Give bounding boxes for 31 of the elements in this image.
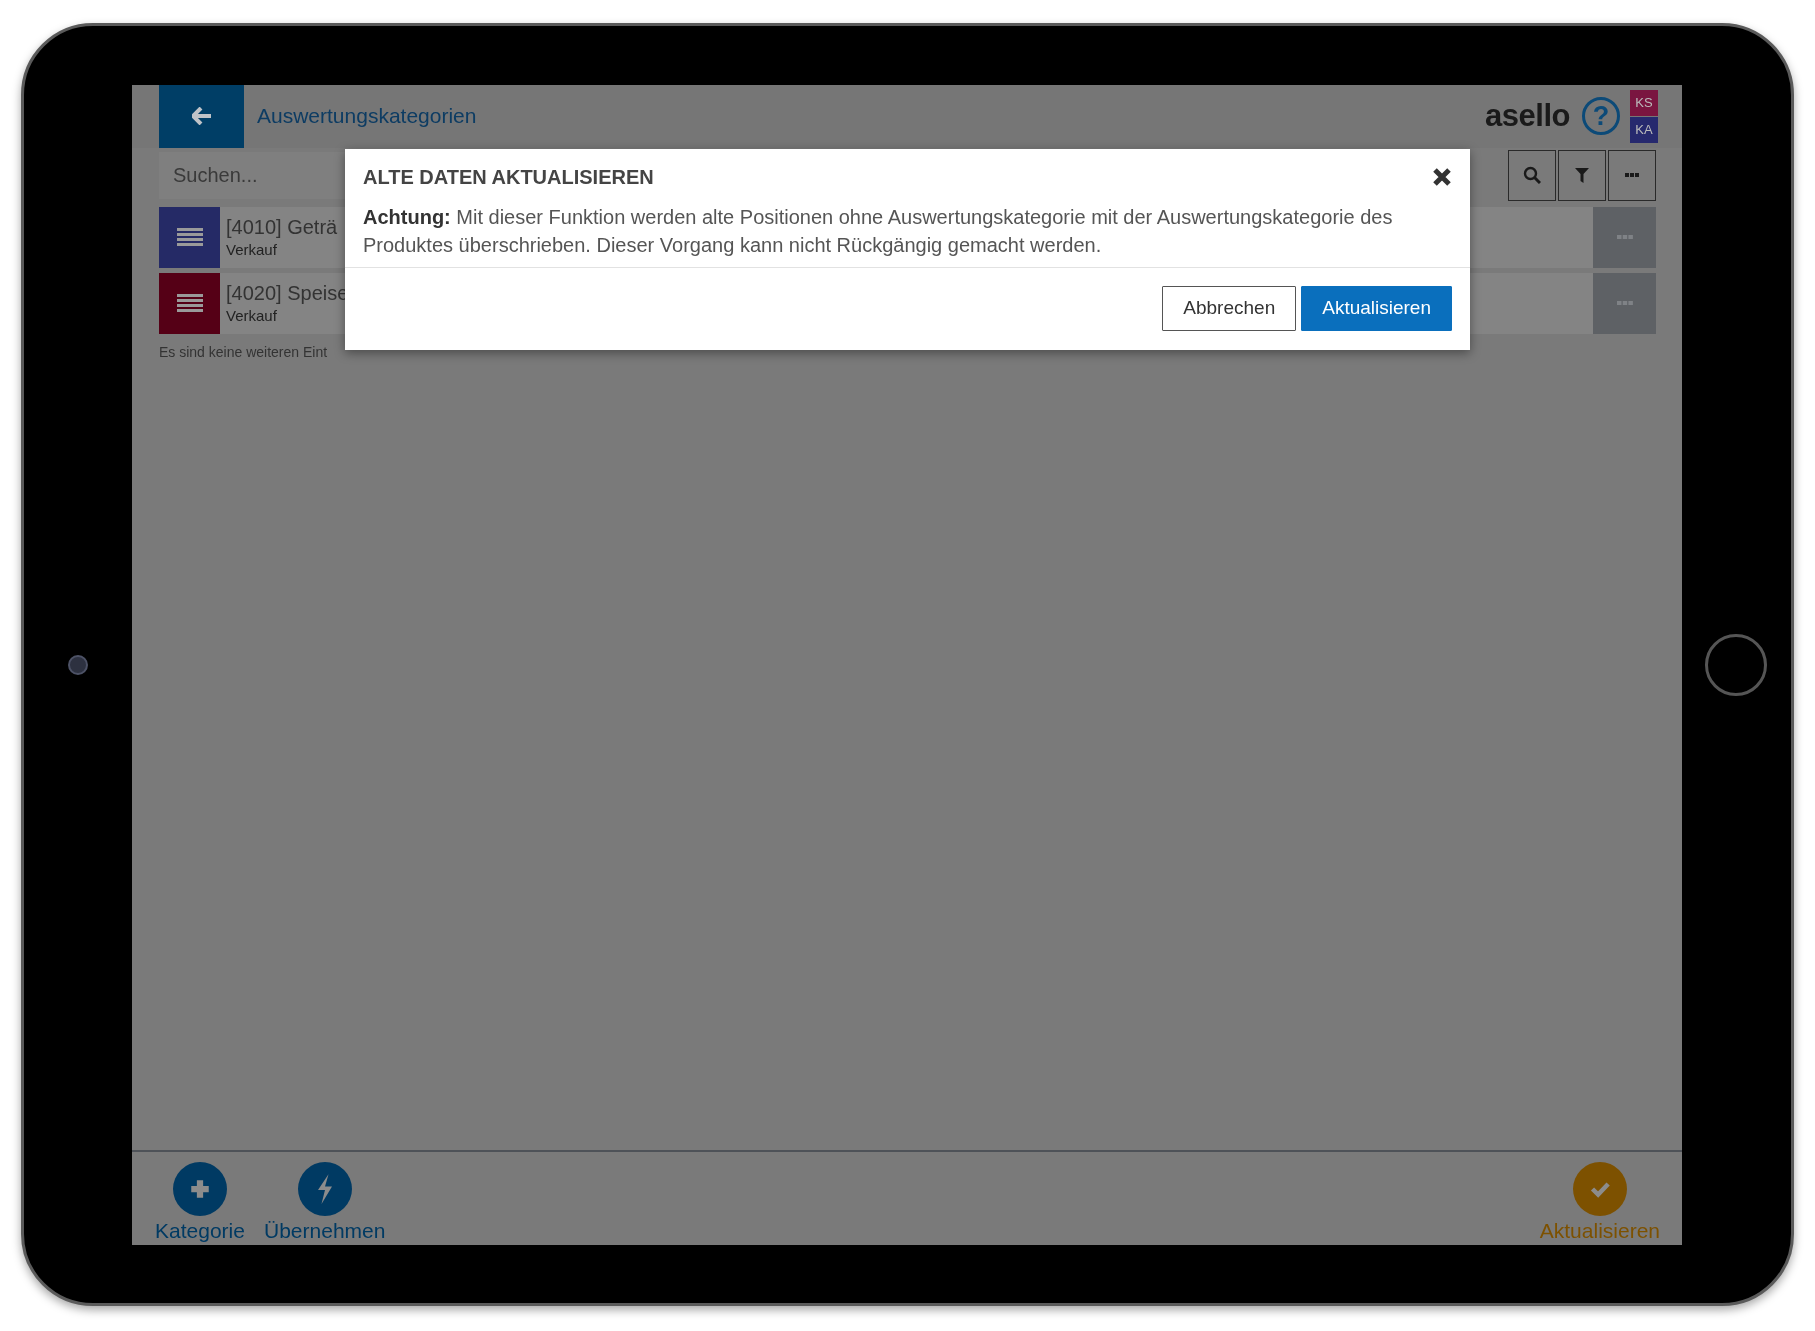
lines-icon (176, 294, 203, 312)
dialog-title: ALTE DATEN AKTUALISIEREN (363, 165, 654, 189)
item-title: [4020] Speise (226, 282, 349, 305)
item-title: [4010] Geträ (226, 216, 338, 239)
close-button[interactable] (1432, 167, 1452, 187)
footer-action[interactable]: Übernehmen (264, 1151, 386, 1243)
footer-action[interactable]: Kategorie (150, 1151, 250, 1243)
update-button[interactable]: Aktualisieren (1301, 285, 1452, 331)
close-icon (1432, 167, 1452, 187)
logo: asello (1485, 98, 1570, 134)
user-badge[interactable]: KS (1630, 89, 1658, 116)
page-title: Auswertungskategorien (257, 104, 477, 128)
lightning-icon (317, 1173, 332, 1204)
arrow-left-icon (191, 107, 212, 125)
more-button[interactable] (1608, 149, 1656, 201)
filter-icon (1575, 167, 1589, 183)
dots-icon (1616, 235, 1633, 239)
search-icon (1523, 166, 1541, 184)
back-button[interactable] (159, 84, 244, 148)
user-badge[interactable]: KA (1630, 116, 1658, 143)
lines-icon (176, 228, 203, 246)
item-subtitle: Verkauf (226, 307, 278, 324)
filter-button[interactable] (1558, 149, 1606, 201)
end-note: Es sind keine weiteren Eint (159, 343, 329, 360)
cancel-button[interactable]: Abbrechen (1162, 285, 1297, 331)
item-subtitle: Verkauf (226, 241, 278, 258)
camera-icon (68, 654, 88, 675)
dots-icon (1616, 301, 1633, 305)
search-button[interactable] (1508, 149, 1556, 201)
dots-icon (1625, 173, 1639, 177)
dialog-message: Achtung: Mit dieser Funktion werden alte Positionen ohne Auswertungskategorie mit der Auswertungskategorie des Produktes überschrieben. Dieser Vorgang kann nicht Rückgängig gemacht werden. (362, 204, 1394, 258)
